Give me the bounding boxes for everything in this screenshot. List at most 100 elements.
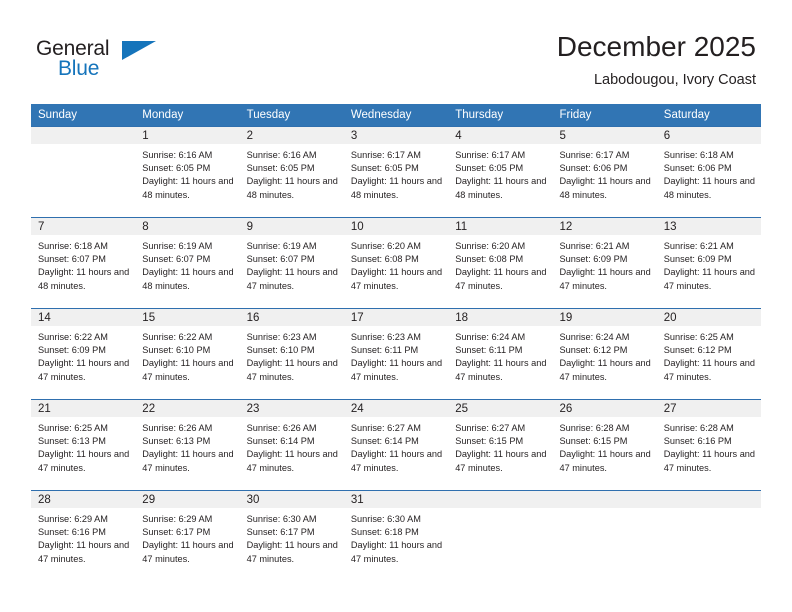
day-number: 5: [552, 127, 657, 144]
daylight-text: Daylight: 11 hours and 48 minutes.: [142, 267, 234, 291]
calendar-day-cell[interactable]: 21 Sunrise: 6:25 AM Sunset: 6:13 PM Dayligh…: [31, 399, 136, 491]
sunrise-text: Sunrise: 6:18 AM: [38, 241, 108, 251]
calendar-day-cell[interactable]: 11 Sunrise: 6:20 AM Sunset: 6:08 PM Dayligh…: [448, 217, 553, 309]
day-cell-inner: 14 Sunrise: 6:22 AM Sunset: 6:09 PM Dayligh…: [31, 309, 136, 399]
sunset-text: Sunset: 6:10 PM: [246, 345, 315, 356]
calendar-day-cell[interactable]: 28 Sunrise: 6:29 AM Sunset: 6:16 PM Dayligh…: [31, 490, 136, 581]
daylight-text: Daylight: 11 hours and 48 minutes.: [455, 176, 547, 200]
day-cell-inner: 30 Sunrise: 6:30 AM Sunset: 6:17 PM Dayligh…: [239, 491, 344, 581]
calendar-day-cell[interactable]: 1 Sunrise: 6:16 AM Sunset: 6:05 PM Daylight…: [135, 126, 240, 218]
sunset-text: Sunset: 6:12 PM: [663, 345, 732, 356]
weekday-header-sunday: Sunday: [31, 104, 136, 127]
weekday-header-tuesday: Tuesday: [239, 104, 344, 127]
sunrise-text: Sunrise: 6:23 AM: [350, 332, 421, 342]
calendar-day-cell[interactable]: 19 Sunrise: 6:24 AM Sunset: 6:12 PM Dayligh…: [552, 308, 657, 400]
calendar-day-cell[interactable]: 25 Sunrise: 6:27 AM Sunset: 6:15 PM Dayligh…: [448, 399, 553, 491]
sunrise-text: Sunrise: 6:22 AM: [142, 332, 213, 342]
day-number: 2: [239, 127, 344, 144]
calendar-day-cell[interactable]: 18 Sunrise: 6:24 AM Sunset: 6:11 PM Dayligh…: [448, 308, 553, 400]
calendar-day-cell[interactable]: 30 Sunrise: 6:30 AM Sunset: 6:17 PM Dayligh…: [239, 490, 344, 581]
daylight-text: Daylight: 11 hours and 48 minutes.: [38, 267, 130, 291]
sunset-text: Sunset: 6:09 PM: [559, 254, 628, 265]
calendar-day-cell[interactable]: 9 Sunrise: 6:19 AM Sunset: 6:07 PM Daylight…: [239, 217, 344, 309]
day-cell-inner: 7 Sunrise: 6:18 AM Sunset: 6:07 PM Daylight…: [31, 218, 136, 308]
calendar-day-cell[interactable]: 23 Sunrise: 6:26 AM Sunset: 6:14 PM Dayligh…: [239, 399, 344, 491]
sunset-text: Sunset: 6:07 PM: [142, 254, 211, 265]
day-cell-inner: 22 Sunrise: 6:26 AM Sunset: 6:13 PM Dayligh…: [135, 400, 240, 490]
day-number: 31: [343, 491, 449, 508]
day-cell-inner: 26 Sunrise: 6:28 AM Sunset: 6:15 PM Dayligh…: [552, 400, 657, 490]
calendar-day-cell[interactable]: 6 Sunrise: 6:18 AM Sunset: 6:06 PM Daylight…: [656, 126, 762, 218]
day-cell-details: Sunrise: 6:17 AM Sunset: 6:05 PM Daylight:…: [344, 144, 448, 202]
day-number: 1: [135, 127, 240, 144]
day-number: 25: [448, 400, 553, 417]
daylight-text: Daylight: 11 hours and 48 minutes.: [559, 176, 651, 200]
sunrise-text: Sunrise: 6:16 AM: [246, 150, 317, 160]
day-cell-inner: 6 Sunrise: 6:18 AM Sunset: 6:06 PM Daylight…: [656, 127, 762, 217]
calendar-day-cell[interactable]: 5 Sunrise: 6:17 AM Sunset: 6:06 PM Daylight…: [552, 126, 657, 218]
calendar-day-cell[interactable]: 29 Sunrise: 6:29 AM Sunset: 6:17 PM Dayligh…: [135, 490, 240, 581]
day-cell-inner: 23 Sunrise: 6:26 AM Sunset: 6:14 PM Dayligh…: [239, 400, 344, 490]
sunrise-text: Sunrise: 6:17 AM: [350, 150, 421, 160]
calendar-day-cell[interactable]: 13 Sunrise: 6:21 AM Sunset: 6:09 PM Dayligh…: [656, 217, 762, 309]
calendar-day-cell[interactable]: 3 Sunrise: 6:17 AM Sunset: 6:05 PM Daylight…: [343, 126, 449, 218]
calendar-day-cell[interactable]: 22 Sunrise: 6:26 AM Sunset: 6:13 PM Dayligh…: [135, 399, 240, 491]
calendar-day-cell[interactable]: 8 Sunrise: 6:19 AM Sunset: 6:07 PM Daylight…: [135, 217, 240, 309]
general-blue-logo[interactable]: General Blue: [36, 38, 156, 84]
sunrise-text: Sunrise: 6:27 AM: [350, 423, 421, 433]
sunrise-text: Sunrise: 6:30 AM: [246, 514, 317, 524]
day-number: 26: [552, 400, 657, 417]
calendar-day-cell[interactable]: 20 Sunrise: 6:25 AM Sunset: 6:12 PM Dayligh…: [656, 308, 762, 400]
day-number: [31, 127, 136, 144]
calendar-day-cell[interactable]: 31 Sunrise: 6:30 AM Sunset: 6:18 PM Dayligh…: [343, 490, 449, 581]
calendar-day-cell: [448, 490, 553, 581]
calendar-day-cell[interactable]: 14 Sunrise: 6:22 AM Sunset: 6:09 PM Dayligh…: [31, 308, 136, 400]
calendar-day-cell[interactable]: 24 Sunrise: 6:27 AM Sunset: 6:14 PM Dayligh…: [343, 399, 449, 491]
calendar-day-cell[interactable]: 15 Sunrise: 6:22 AM Sunset: 6:10 PM Dayligh…: [135, 308, 240, 400]
day-number: 19: [552, 309, 657, 326]
day-cell-details: Sunrise: 6:24 AM Sunset: 6:12 PM Daylight:…: [552, 326, 656, 384]
sunrise-text: Sunrise: 6:21 AM: [663, 241, 734, 251]
daylight-text: Daylight: 11 hours and 48 minutes.: [350, 176, 443, 200]
day-number: 13: [656, 218, 762, 235]
day-number: 22: [135, 400, 240, 417]
day-cell-details: Sunrise: 6:27 AM Sunset: 6:15 PM Daylight:…: [448, 417, 552, 475]
daylight-text: Daylight: 11 hours and 47 minutes.: [142, 449, 234, 473]
day-number: 16: [239, 309, 344, 326]
day-cell-inner: 4 Sunrise: 6:17 AM Sunset: 6:05 PM Daylight…: [448, 127, 553, 217]
day-cell-details: Sunrise: 6:17 AM Sunset: 6:05 PM Daylight:…: [448, 144, 552, 202]
sunset-text: Sunset: 6:17 PM: [142, 527, 211, 538]
day-cell-inner: 28 Sunrise: 6:29 AM Sunset: 6:16 PM Dayligh…: [31, 491, 136, 581]
calendar-day-cell[interactable]: 16 Sunrise: 6:23 AM Sunset: 6:10 PM Dayligh…: [239, 308, 344, 400]
day-cell-details: Sunrise: 6:28 AM Sunset: 6:15 PM Daylight:…: [552, 417, 656, 475]
logo-triangle-icon: [122, 41, 156, 60]
day-number: 24: [343, 400, 449, 417]
day-cell-inner: 3 Sunrise: 6:17 AM Sunset: 6:05 PM Daylight…: [343, 127, 449, 217]
day-number: 10: [343, 218, 449, 235]
calendar-day-cell[interactable]: 7 Sunrise: 6:18 AM Sunset: 6:07 PM Daylight…: [31, 217, 136, 309]
calendar-day-cell[interactable]: 4 Sunrise: 6:17 AM Sunset: 6:05 PM Daylight…: [448, 126, 553, 218]
sunrise-text: Sunrise: 6:25 AM: [663, 332, 734, 342]
day-cell-inner: 17 Sunrise: 6:23 AM Sunset: 6:11 PM Dayligh…: [343, 309, 449, 399]
day-number: 9: [239, 218, 344, 235]
sunset-text: Sunset: 6:16 PM: [38, 527, 106, 538]
calendar-week-row: 1 Sunrise: 6:16 AM Sunset: 6:05 PM Daylight…: [31, 126, 762, 218]
sunset-text: Sunset: 6:18 PM: [350, 527, 419, 538]
day-cell-inner: 12 Sunrise: 6:21 AM Sunset: 6:09 PM Dayligh…: [552, 218, 657, 308]
calendar-day-cell[interactable]: 2 Sunrise: 6:16 AM Sunset: 6:05 PM Daylight…: [239, 126, 344, 218]
sunset-text: Sunset: 6:08 PM: [350, 254, 419, 265]
daylight-text: Daylight: 11 hours and 47 minutes.: [38, 540, 130, 564]
day-cell-details: Sunrise: 6:23 AM Sunset: 6:11 PM Daylight:…: [344, 326, 448, 384]
calendar-day-cell[interactable]: 26 Sunrise: 6:28 AM Sunset: 6:15 PM Dayligh…: [552, 399, 657, 491]
sunset-text: Sunset: 6:15 PM: [559, 436, 628, 447]
calendar-day-cell[interactable]: 27 Sunrise: 6:28 AM Sunset: 6:16 PM Dayligh…: [656, 399, 762, 491]
sunrise-text: Sunrise: 6:21 AM: [559, 241, 630, 251]
day-number: 8: [135, 218, 240, 235]
calendar-day-cell[interactable]: 17 Sunrise: 6:23 AM Sunset: 6:11 PM Dayligh…: [343, 308, 449, 400]
sunset-text: Sunset: 6:13 PM: [38, 436, 106, 447]
weekday-header-thursday: Thursday: [448, 104, 553, 127]
day-cell-inner: 10 Sunrise: 6:20 AM Sunset: 6:08 PM Dayligh…: [343, 218, 449, 308]
page-subtitle: Labodougou, Ivory Coast: [593, 72, 756, 88]
calendar-day-cell[interactable]: 10 Sunrise: 6:20 AM Sunset: 6:08 PM Dayligh…: [343, 217, 449, 309]
calendar-day-cell[interactable]: 12 Sunrise: 6:21 AM Sunset: 6:09 PM Dayligh…: [552, 217, 657, 309]
